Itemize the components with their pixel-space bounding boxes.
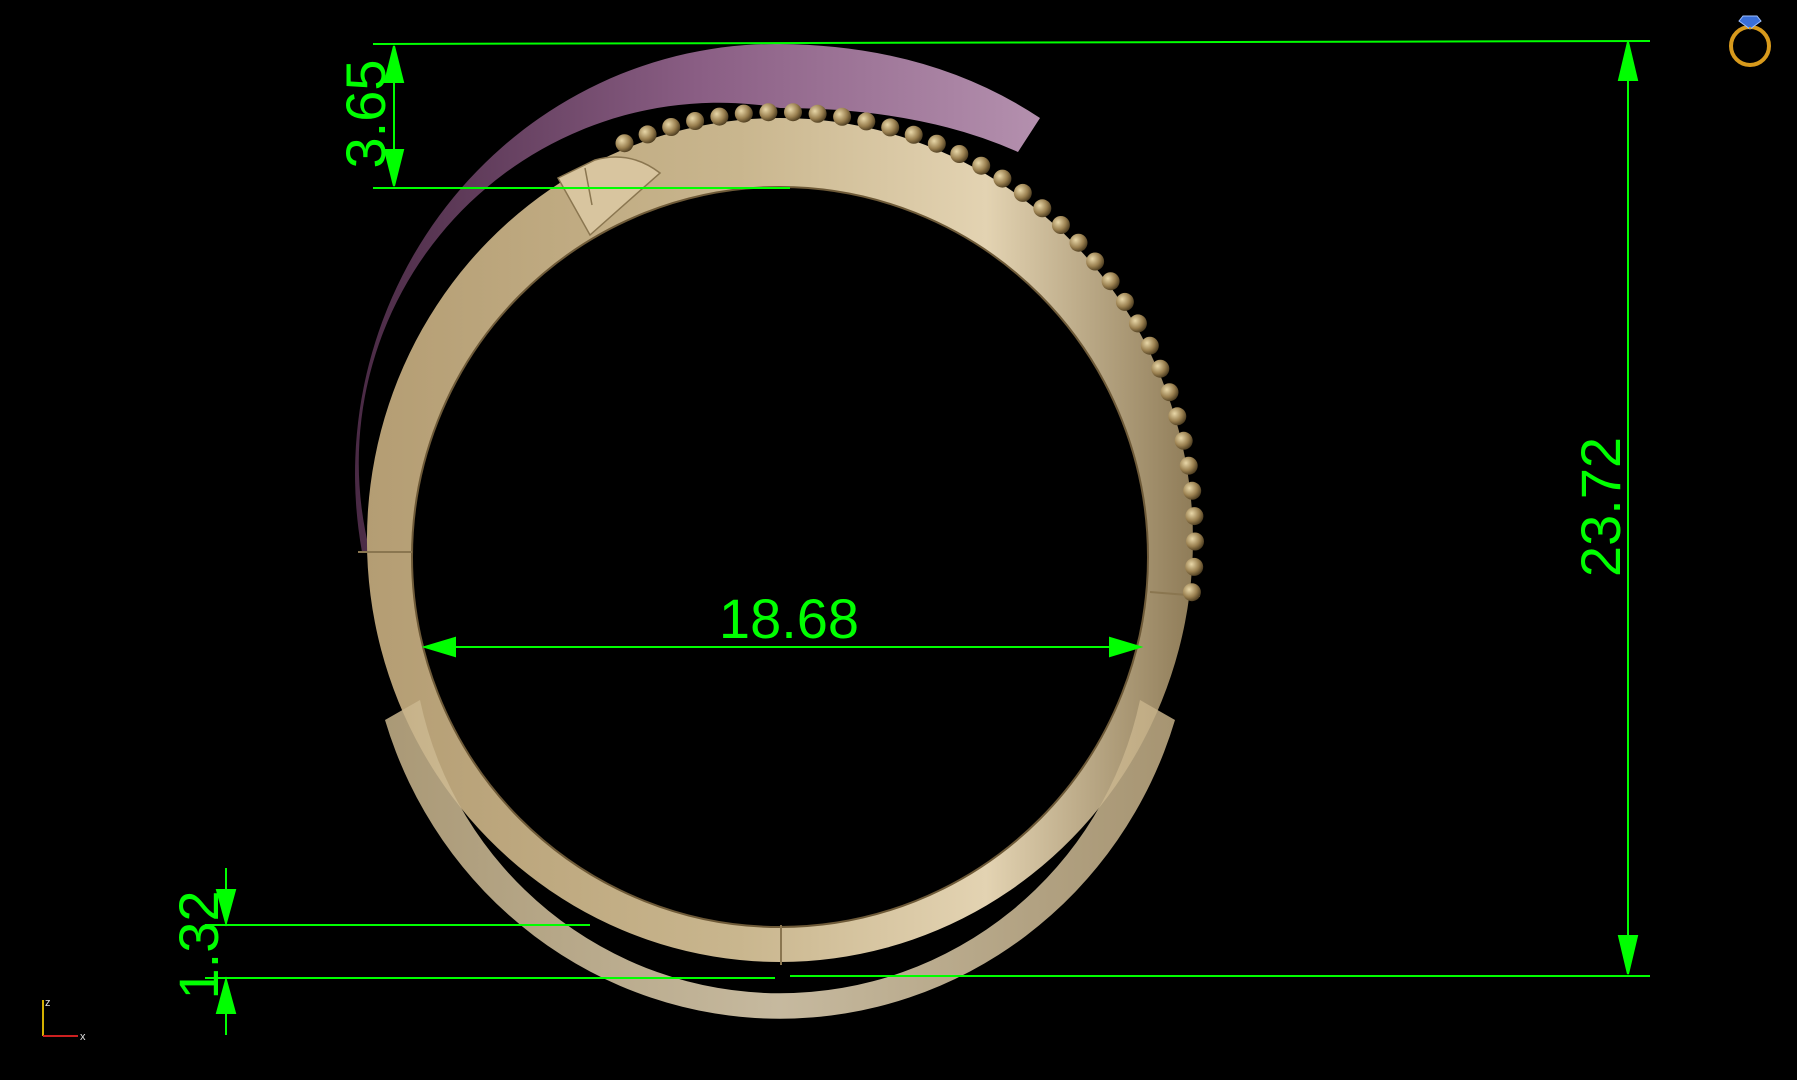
pave-bead [734, 104, 753, 123]
pave-bead [1140, 336, 1159, 355]
pave-bead [1151, 359, 1170, 378]
pave-bead [1128, 314, 1147, 333]
pave-bead [881, 118, 900, 137]
inner-edge [411, 186, 1149, 928]
pave-bead [1183, 481, 1202, 500]
total-height-label: 23.72 [1569, 437, 1632, 577]
inner-diameter-label: 18.68 [719, 587, 859, 650]
pave-bead [1051, 216, 1070, 234]
gold-ring-band [366, 118, 1193, 963]
pave-bead [927, 134, 946, 153]
pave-bead [1182, 583, 1201, 602]
gold-ring-bottom-highlight [385, 700, 1175, 1019]
pave-bead [615, 134, 634, 153]
pave-bead [638, 125, 657, 144]
top-extension-line [372, 40, 1651, 45]
pave-bead [972, 156, 991, 175]
axis-x-label: x [80, 1031, 86, 1043]
pave-bead [1179, 456, 1198, 475]
pave-bead [1069, 233, 1088, 252]
pave-bead [993, 169, 1012, 188]
cad-viewport[interactable]: 3.65 18.68 23.72 1.32 z x [0, 0, 1797, 1080]
pave-bead [1160, 383, 1179, 402]
pave-bead [784, 103, 802, 122]
pave-bead [759, 103, 778, 122]
ring-icon[interactable] [1729, 15, 1771, 67]
top-width-label: 3.65 [334, 60, 397, 169]
height-arrow-up [1617, 41, 1639, 81]
pave-bead [1174, 431, 1193, 450]
bottom-thickness-label: 1.32 [167, 891, 230, 1000]
diameter-arrow-left [421, 636, 456, 658]
ring-drawing: 3.65 18.68 23.72 1.32 z x [42, 15, 1771, 1043]
pave-bead [1185, 557, 1204, 576]
pave-bead [1101, 272, 1120, 291]
pave-bead [1033, 199, 1052, 218]
pave-bead [857, 112, 876, 131]
pave-bead [1013, 183, 1032, 202]
axis-z-label: z [45, 997, 51, 1009]
pave-bead [1168, 407, 1187, 426]
pave-bead [710, 107, 729, 126]
axis-icon: z x [42, 997, 86, 1043]
pave-bead [833, 107, 852, 126]
pave-bead [950, 145, 969, 163]
height-arrow-down [1617, 935, 1639, 975]
pave-bead [1086, 252, 1105, 271]
pave-bead [1186, 532, 1204, 551]
pave-bead [686, 112, 705, 130]
pave-bead [808, 104, 827, 123]
pave-bead [662, 118, 681, 136]
pave-bead [1115, 292, 1134, 311]
pave-bead [1185, 507, 1204, 526]
pave-bead [904, 125, 923, 144]
